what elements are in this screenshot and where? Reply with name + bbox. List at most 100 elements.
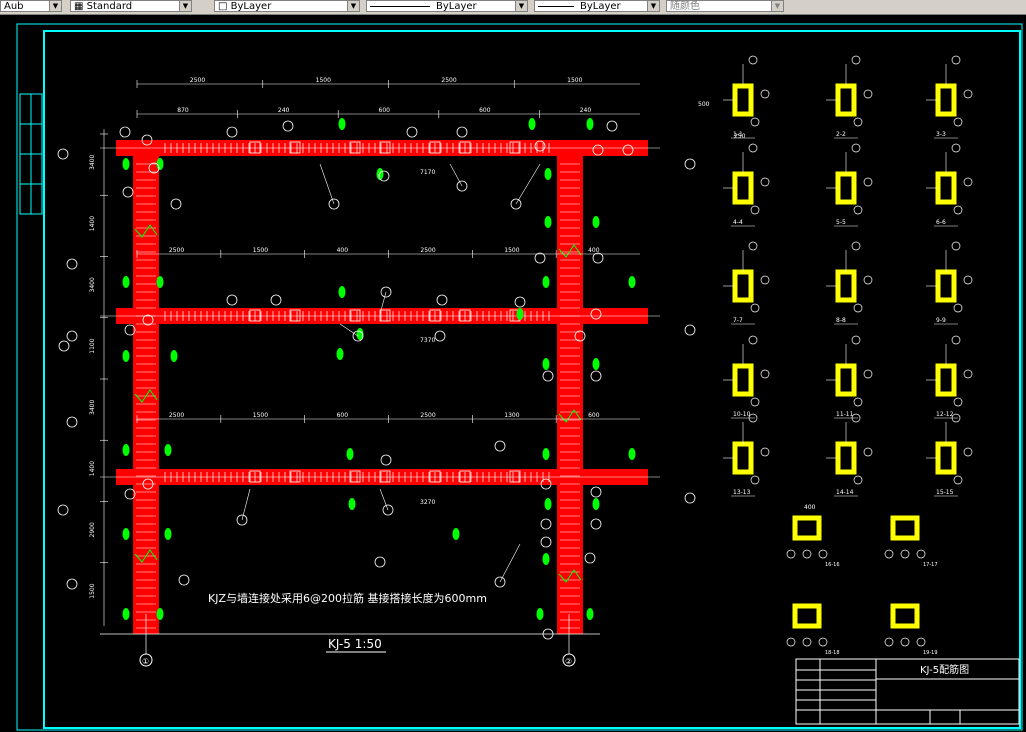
section-dim-label: 400: [804, 504, 816, 511]
section-bubble: [760, 275, 770, 285]
axis-label-left: ①: [142, 657, 149, 666]
section-13-13: 13-13: [723, 413, 770, 497]
section-label: 3-3: [936, 131, 946, 138]
callout-bubble: [57, 148, 69, 160]
section-label: 17-17: [923, 562, 938, 568]
section-bubble: [851, 241, 861, 251]
callout-bubble: [66, 258, 78, 270]
plot-style-value: 随颜色: [670, 1, 700, 12]
section-bubble: [750, 303, 760, 313]
section-bubble: [851, 335, 861, 345]
section-9-9: 9-9: [926, 241, 973, 325]
section-outline: [732, 269, 754, 303]
drawing-canvas[interactable]: 2500 1500 2500 1500 870 240 600 600 240 2500 1500 4…: [0, 14, 1026, 732]
section-outline: [935, 171, 957, 205]
callout-bubble: [684, 324, 696, 336]
callout-bubble: [434, 330, 446, 342]
rebar-marker: [122, 528, 130, 540]
section-bubble: [953, 475, 963, 485]
rebar-marker: [516, 308, 524, 320]
layer-color-value: ByLayer: [230, 1, 272, 12]
section-bubble: [863, 89, 873, 99]
section-bubble: [863, 447, 873, 457]
section-bubble: [818, 549, 828, 559]
section-label: 8-8: [836, 317, 846, 324]
section-2-2: 2-2: [826, 55, 873, 139]
callout-bubble: [122, 186, 134, 198]
section-bubble: [748, 335, 758, 345]
rebar-marker: [542, 448, 550, 460]
section-outline: [835, 171, 857, 205]
section-bubble: [963, 447, 973, 457]
section-label: 14-14: [836, 489, 854, 496]
section-outline: [835, 441, 857, 475]
section-outline: [835, 363, 857, 397]
section-label: 5-5: [836, 219, 846, 226]
section-bubble: [853, 475, 863, 485]
left-dim-label: 1500: [89, 583, 96, 598]
rebar-marker: [628, 448, 636, 460]
spacing-label: 7170: [420, 169, 435, 176]
callout-bubble: [456, 126, 468, 138]
section-outline: [732, 441, 754, 475]
leader-line: [499, 543, 521, 583]
section-outline: [732, 363, 754, 397]
callout-bubble: [592, 252, 604, 264]
callout-bubble: [542, 370, 554, 382]
rebar-marker: [170, 350, 178, 362]
section-5-5: 5-5: [826, 143, 873, 227]
section-bubble: [818, 637, 828, 647]
left-dim-label: 3400: [89, 155, 96, 170]
left-dim-label: 2900: [89, 522, 96, 537]
linetype-preview: [370, 5, 430, 7]
section-bubble: [748, 143, 758, 153]
top-dim-b-label: 870: [177, 107, 189, 114]
section-outline: [732, 83, 754, 117]
section-label: 4-4: [733, 219, 743, 226]
section-label: 7-7: [733, 317, 743, 324]
linetype-dropdown[interactable]: ByLayer ▼: [366, 0, 528, 12]
callout-bubble: [226, 126, 238, 138]
layer-color-dropdown[interactable]: □ ByLayer ▼: [214, 0, 360, 12]
dim-style-dropdown[interactable]: ▦ Standard ▼: [70, 0, 192, 12]
callout-bubble: [606, 120, 618, 132]
section-bubble: [853, 397, 863, 407]
section-bubble: [853, 117, 863, 127]
text-style-value: Aub: [4, 1, 24, 12]
section-bubble: [951, 241, 961, 251]
mid-dim-label: 2500: [169, 247, 184, 254]
low-dim-label: 1500: [253, 412, 268, 419]
section-dim-label: 500: [698, 101, 710, 108]
callout-bubble: [684, 158, 696, 170]
section-label: 15-15: [936, 489, 954, 496]
reinforcement-note: KJZ与墙连接处采用6@200拉筋 基接搭接长度为600mm: [208, 591, 487, 605]
spacing-label: 7370: [420, 337, 435, 344]
chevron-down-icon: ▼: [347, 1, 359, 11]
callout-bubble: [540, 518, 552, 530]
section-bubble: [953, 303, 963, 313]
section-bubble: [851, 55, 861, 65]
mid-dim-label: 1500: [504, 247, 519, 254]
rebar-marker: [122, 350, 130, 362]
section-bubble: [884, 549, 894, 559]
section-label: 11-11: [836, 411, 854, 418]
section-bubble: [953, 117, 963, 127]
style-icon: ▦: [74, 1, 87, 12]
section-bubble: [786, 549, 796, 559]
leader-line: [319, 163, 335, 205]
left-dim-label: 1400: [89, 216, 96, 231]
leader-line: [339, 323, 359, 337]
section-bubble: [953, 205, 963, 215]
section-label: 19-19: [923, 650, 938, 656]
title-block: KJ-5配筋图: [795, 658, 1020, 725]
rebar-marker: [628, 276, 636, 288]
lineweight-dropdown[interactable]: ByLayer ▼: [534, 0, 660, 12]
rebar-marker: [338, 118, 346, 130]
section-19-19: 19-19: [884, 603, 938, 656]
text-style-dropdown[interactable]: Aub ▼: [0, 0, 62, 12]
section-label: 6-6: [936, 219, 946, 226]
callout-bubble: [66, 578, 78, 590]
callout-bubble: [66, 416, 78, 428]
section-bubble: [760, 89, 770, 99]
plot-style-dropdown[interactable]: 随颜色 ▼: [666, 0, 784, 12]
